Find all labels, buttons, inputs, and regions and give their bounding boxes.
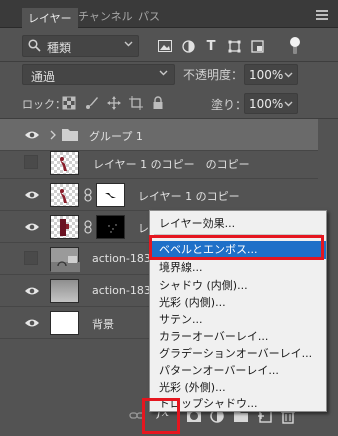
layer-thumbnail bbox=[50, 247, 80, 272]
visibility-eye-icon[interactable] bbox=[24, 220, 40, 234]
lock-all-icon[interactable] bbox=[151, 96, 165, 110]
fill-label: 塗り： bbox=[211, 98, 248, 112]
link-chain-icon[interactable] bbox=[84, 220, 92, 234]
mask-shape-icon bbox=[105, 193, 116, 198]
search-icon bbox=[28, 39, 41, 52]
pixel-filter-icon[interactable] bbox=[155, 36, 175, 56]
fill-value: 100% bbox=[249, 97, 284, 111]
layer-name: action-1838 bbox=[92, 284, 158, 297]
fill-input[interactable]: 100% bbox=[244, 93, 298, 114]
layer-row-copy-copy[interactable]: レイヤー 1 のコピー のコピー bbox=[0, 147, 318, 179]
lock-image-pixels-icon[interactable] bbox=[85, 96, 99, 110]
lock-artboard-icon[interactable] bbox=[129, 96, 143, 110]
blend-mode-label: 通過 bbox=[31, 70, 56, 84]
opacity-label: 不透明度： bbox=[183, 68, 244, 82]
layer-filter-select[interactable]: 種類 bbox=[22, 35, 139, 57]
menu-item-stroke[interactable]: 境界線... bbox=[150, 259, 326, 277]
layer-name: レイヤー 1 のコピー bbox=[138, 190, 240, 203]
chevron-down-icon[interactable] bbox=[284, 70, 293, 79]
photo-icon bbox=[51, 256, 80, 272]
opacity-input[interactable]: 100% bbox=[244, 64, 298, 85]
adjustment-filter-icon[interactable] bbox=[178, 36, 198, 56]
layer-row-copy[interactable]: レイヤー 1 のコピー bbox=[0, 179, 318, 211]
chevron-down-icon[interactable] bbox=[284, 99, 293, 108]
visibility-toggle-off[interactable] bbox=[24, 155, 38, 169]
lock-transparent-pixels-icon[interactable] bbox=[62, 96, 76, 110]
layer-thumbnail bbox=[50, 183, 79, 207]
shape-filter-icon[interactable] bbox=[224, 36, 244, 56]
panel-menu-icon[interactable] bbox=[316, 10, 328, 20]
layer-name: レ bbox=[138, 222, 149, 235]
visibility-eye-icon[interactable] bbox=[24, 316, 40, 330]
layer-name: action-1838 bbox=[92, 252, 158, 265]
visibility-eye-icon[interactable] bbox=[24, 284, 40, 298]
filter-toggle-icon[interactable] bbox=[285, 35, 305, 57]
layer-thumbnail bbox=[50, 279, 79, 303]
smart-object-filter-icon[interactable] bbox=[247, 36, 267, 56]
menu-item-inner-shadow[interactable]: シャドウ (内側)... bbox=[150, 277, 326, 295]
opacity-value: 100% bbox=[249, 68, 284, 82]
layers-panel: レイヤー チャンネル パス 種類 T 通過 不透明度： 100% ロック： 塗り… bbox=[0, 0, 338, 436]
visibility-toggle-off[interactable] bbox=[24, 251, 38, 265]
lock-position-icon[interactable] bbox=[107, 96, 121, 110]
tab-paths[interactable]: パス bbox=[138, 6, 160, 28]
figure-icon bbox=[60, 189, 67, 203]
menu-item-color-overlay[interactable]: カラーオーバーレイ... bbox=[150, 328, 326, 346]
figure-icon bbox=[60, 219, 69, 236]
tab-layers[interactable]: レイヤー bbox=[22, 6, 78, 29]
panel-tab-bar: レイヤー チャンネル パス bbox=[0, 0, 338, 29]
link-chain-icon[interactable] bbox=[84, 188, 92, 202]
highlight-fx-button bbox=[142, 398, 180, 434]
folder-icon bbox=[62, 129, 78, 141]
menu-item-layer-effects[interactable]: レイヤー効果... bbox=[150, 215, 326, 233]
menu-item-pattern-overlay[interactable]: パターンオーバーレイ... bbox=[150, 362, 326, 380]
highlight-bevel-emboss bbox=[149, 235, 324, 260]
layer-thumbnail bbox=[50, 151, 79, 175]
visibility-eye-icon[interactable] bbox=[24, 188, 40, 202]
layer-name: レイヤー 1 のコピー のコピー bbox=[93, 158, 250, 171]
menu-item-gradient-overlay[interactable]: グラデーションオーバーレイ... bbox=[150, 345, 326, 363]
figure-icon bbox=[60, 157, 67, 171]
chevron-down-icon bbox=[124, 41, 133, 47]
lock-label: ロック： bbox=[22, 98, 66, 111]
mask-dots-icon bbox=[108, 224, 117, 233]
menu-item-inner-glow[interactable]: 光彩 (内側)... bbox=[150, 294, 326, 312]
layer-thumbnail bbox=[50, 311, 79, 335]
blend-mode-select[interactable]: 通過 bbox=[22, 64, 175, 85]
layer-name: グループ 1 bbox=[89, 130, 143, 143]
type-filter-icon[interactable]: T bbox=[201, 36, 221, 56]
chevron-down-icon bbox=[159, 70, 168, 76]
layer-thumbnail bbox=[50, 215, 79, 239]
divider bbox=[0, 61, 338, 62]
layer-name: 背景 bbox=[92, 318, 114, 331]
layer-mask-thumbnail[interactable] bbox=[96, 215, 125, 239]
menu-item-satin[interactable]: サテン... bbox=[150, 311, 326, 329]
chevron-right-icon[interactable] bbox=[50, 130, 57, 140]
visibility-eye-icon[interactable] bbox=[24, 128, 40, 142]
tab-channels[interactable]: チャンネル bbox=[78, 6, 133, 28]
filter-label: 種類 bbox=[47, 41, 72, 55]
layer-mask-thumbnail[interactable] bbox=[96, 183, 125, 207]
